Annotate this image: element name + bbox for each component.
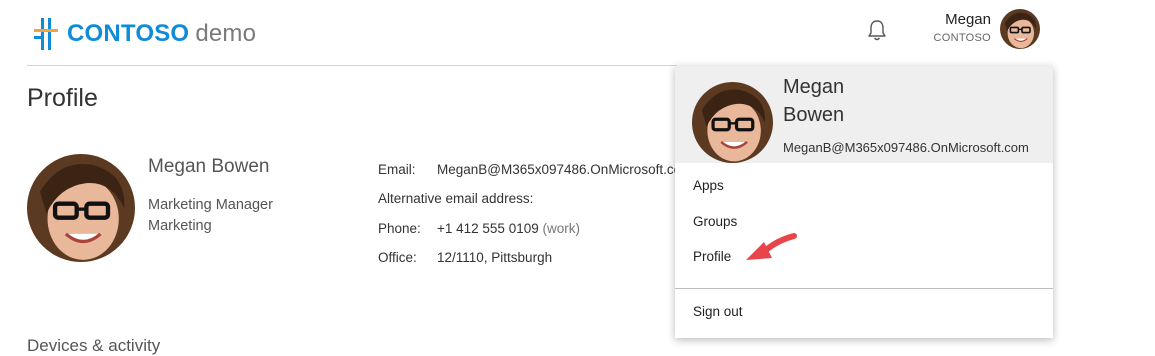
menu-email: MeganB@M365x097486.OnMicrosoft.com [783,140,1029,155]
phone-number[interactable]: +1 412 555 0109 [437,221,539,236]
email-label: Email: [378,162,416,177]
phone-value: +1 412 555 0109 (work) [437,221,580,236]
email-value[interactable]: MeganB@M365x097486.OnMicrosoft.com [437,162,675,177]
menu-item-profile[interactable]: Profile [693,249,731,264]
menu-last-name: Bowen [783,104,845,126]
page-title: Profile [27,84,98,112]
menu-item-groups[interactable]: Groups [693,214,737,229]
department: Marketing [148,218,212,234]
job-title: Marketing Manager [148,197,273,213]
alt-email-label: Alternative email address: [378,191,534,206]
phone-label: Phone: [378,221,421,236]
contoso-logo[interactable]: CONTOSO demo [33,16,256,52]
office-label: Office: [378,250,417,265]
profile-name: Megan Bowen [148,156,270,177]
account-menu: Megan Bowen MeganB@M365x097486.OnMicroso… [675,66,1053,338]
sign-out-link[interactable]: Sign out [693,304,743,319]
profile-photo [27,154,135,262]
contoso-logo-icon [33,16,59,52]
brand-name: CONTOSO demo [67,16,256,52]
menu-divider [675,288,1053,289]
annotation-arrow-icon [742,228,802,268]
account-name: Megan [945,11,991,28]
menu-first-name: Megan [783,76,845,98]
account-org: CONTOSO [933,32,991,44]
devices-activity-heading: Devices & activity [27,336,161,355]
brand-title: CONTOSO [67,20,190,47]
avatar[interactable] [1000,9,1040,49]
menu-item-apps[interactable]: Apps [693,178,724,193]
menu-avatar [692,82,773,163]
brand-suffix: demo [195,20,257,47]
header-divider [27,65,677,66]
account-menu-header: Megan Bowen MeganB@M365x097486.OnMicroso… [675,66,1053,163]
office-value: 12/1110, Pittsburgh [437,250,553,265]
phone-type: (work) [542,221,581,236]
bell-icon[interactable] [866,18,888,42]
